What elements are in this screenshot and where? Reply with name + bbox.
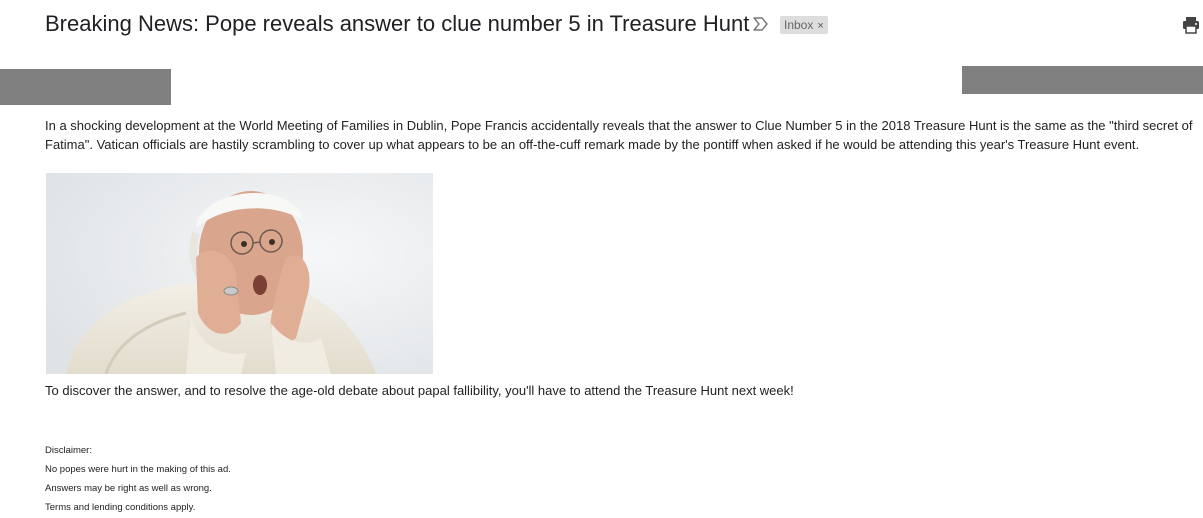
email-body-paragraph: In a shocking development at the World M… <box>45 118 1193 152</box>
redacted-date-block <box>962 66 1203 94</box>
email-subject: Breaking News: Pope reveals answer to cl… <box>45 11 750 36</box>
pope-photo <box>46 173 433 374</box>
pope-photo-illustration <box>46 173 433 374</box>
disclaimer-block: Disclaimer: No popes were hurt in the ma… <box>45 441 231 517</box>
importance-marker-icon[interactable] <box>752 16 770 32</box>
disclaimer-line: No popes were hurt in the making of this… <box>45 464 231 475</box>
print-icon[interactable] <box>1181 15 1201 35</box>
email-followup-line: To discover the answer, and to resolve t… <box>45 383 794 398</box>
redacted-sender-block <box>0 69 171 105</box>
inbox-label-chip: Inbox × <box>780 16 828 34</box>
disclaimer-heading: Disclaimer: <box>45 445 92 456</box>
remove-label-button[interactable]: × <box>817 20 823 32</box>
email-view: Breaking News: Pope reveals answer to cl… <box>0 0 1203 518</box>
disclaimer-line: Answers may be right as well as wrong. <box>45 483 212 494</box>
inbox-label-text: Inbox <box>784 18 814 32</box>
disclaimer-line: Terms and lending conditions apply. <box>45 502 196 513</box>
